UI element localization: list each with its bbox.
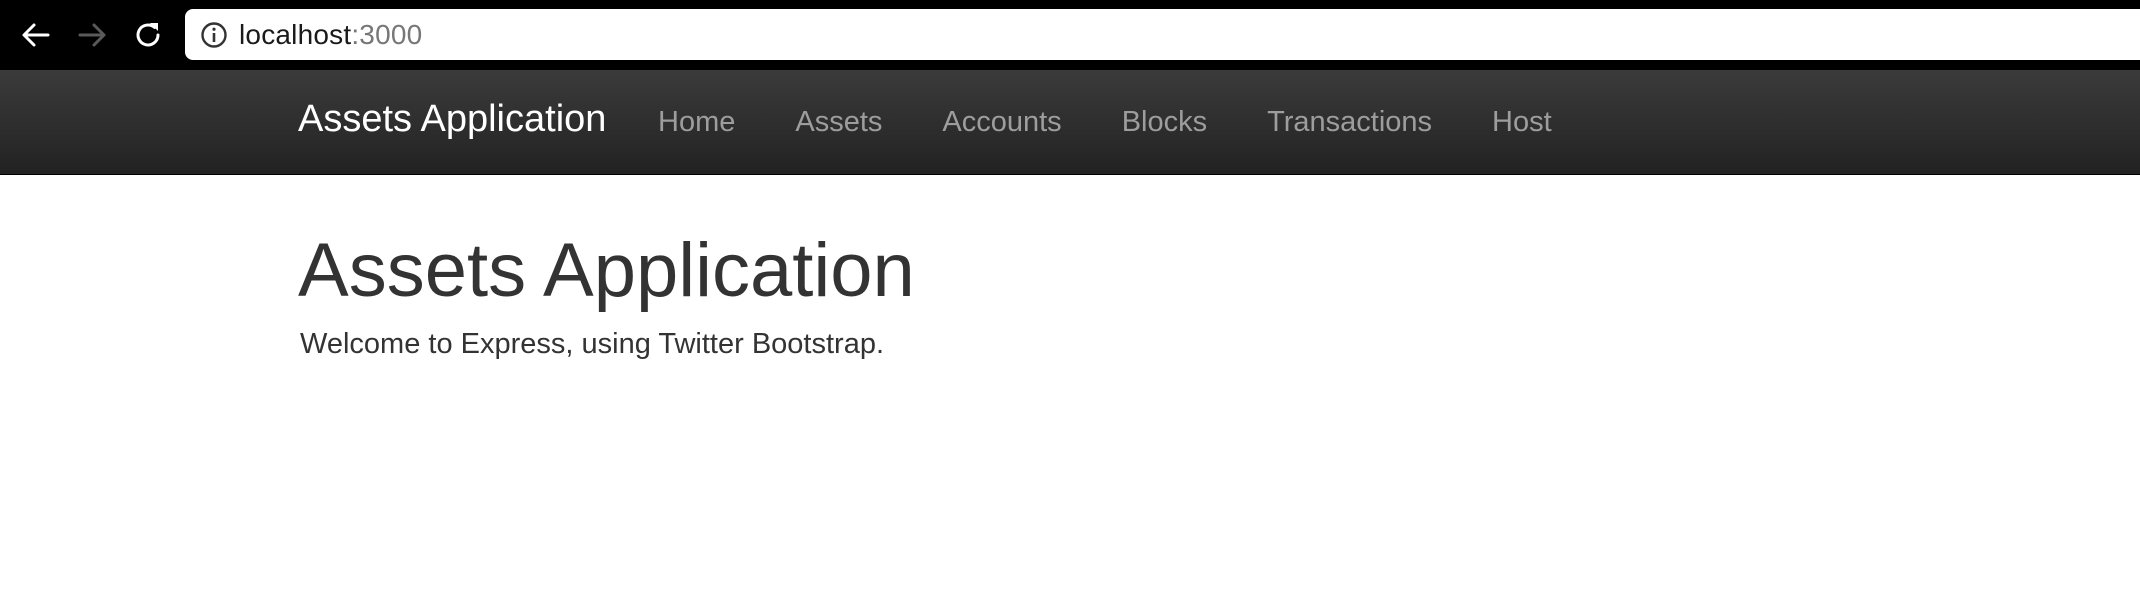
brand-link[interactable]: Assets Application bbox=[298, 98, 606, 141]
page-title: Assets Application bbox=[298, 228, 915, 313]
url-host: localhost bbox=[239, 18, 352, 50]
nav-item-accounts[interactable]: Accounts bbox=[942, 106, 1061, 139]
forward-button[interactable] bbox=[69, 12, 115, 58]
back-button[interactable] bbox=[13, 12, 59, 58]
nav-item-blocks[interactable]: Blocks bbox=[1122, 106, 1207, 139]
top-navbar: Assets Application Home Assets Accounts … bbox=[0, 70, 2140, 175]
nav-menu: Home Assets Accounts Blocks Transactions… bbox=[658, 70, 1552, 174]
nav-item-home[interactable]: Home bbox=[658, 106, 735, 139]
url-port: :3000 bbox=[351, 18, 423, 50]
welcome-text: Welcome to Express, using Twitter Bootst… bbox=[300, 328, 885, 361]
nav-item-assets[interactable]: Assets bbox=[795, 106, 882, 139]
nav-item-transactions[interactable]: Transactions bbox=[1267, 106, 1432, 139]
info-circle-icon[interactable] bbox=[199, 20, 229, 50]
nav-item-host[interactable]: Host bbox=[1492, 106, 1552, 139]
reload-button[interactable] bbox=[125, 12, 171, 58]
arrow-right-icon bbox=[78, 23, 106, 47]
browser-toolbar: localhost:3000 bbox=[0, 0, 2140, 70]
address-bar[interactable]: localhost:3000 bbox=[185, 9, 2140, 60]
arrow-left-icon bbox=[22, 23, 50, 47]
url-text: localhost:3000 bbox=[239, 19, 422, 51]
reload-icon bbox=[136, 23, 160, 47]
main-content: Assets Application Welcome to Express, u… bbox=[298, 174, 1898, 361]
